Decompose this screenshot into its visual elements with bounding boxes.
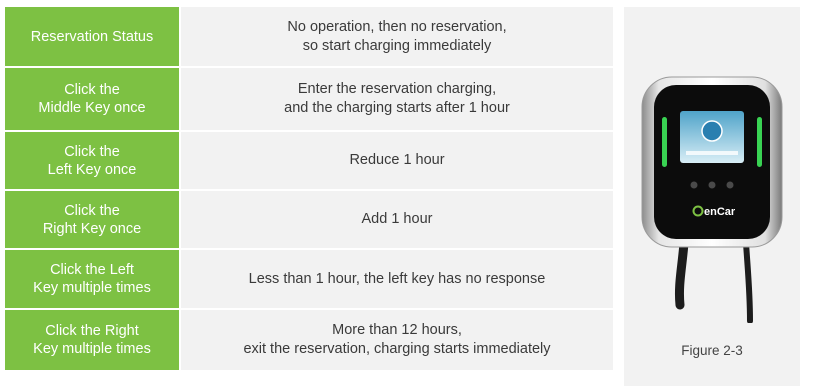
left-key [690, 181, 698, 189]
key-cell: Click the Left Key once [5, 132, 179, 189]
description-line: No operation, then no reservation, [287, 18, 507, 35]
figure-caption: Figure 2-3 [681, 343, 743, 358]
description-line: Reduce 1 hour [349, 152, 445, 168]
key-cell: Reservation Status [5, 7, 179, 66]
key-label-line: Click the [64, 143, 120, 160]
key-label-line: Left Key once [47, 161, 137, 178]
key-cell: Click the Right Key multiple times [5, 310, 179, 370]
description-cell: Add 1 hour [181, 191, 613, 248]
description-line: so start charging immediately [302, 37, 492, 54]
figure-panel: enCar Figure 2-3 [624, 7, 800, 386]
description-line: Less than 1 hour, the left key has no re… [248, 270, 546, 287]
description-cell: Less than 1 hour, the left key has no re… [181, 250, 613, 308]
key-label-line: Middle Key once [38, 100, 146, 116]
description-line: Enter the reservation charging, [297, 81, 497, 97]
key-label-line: Key multiple times [33, 341, 151, 357]
ev-charger-image: enCar [641, 76, 783, 323]
description-cell: Enter the reservation charging, and the … [181, 68, 613, 130]
description-cell: More than 12 hours, exit the reservation… [181, 310, 613, 370]
key-label-line: Click the [64, 82, 120, 98]
table-row: Click the Right Key multiple times More … [5, 310, 613, 370]
key-cell: Click the Left Key multiple times [5, 250, 179, 308]
table-row: Click the Right Key once Add 1 hour [5, 191, 613, 248]
description-cell: Reduce 1 hour [181, 132, 613, 189]
table-row: Click the Left Key once Reduce 1 hour [5, 132, 613, 189]
key-cell: Click the Right Key once [5, 191, 179, 248]
key-label-line: Key multiple times [33, 280, 151, 296]
led-strip-left [662, 117, 667, 167]
table-row: Click the Left Key multiple times Less t… [5, 250, 613, 308]
reservation-table: Reservation Status No operation, then no… [5, 7, 613, 386]
middle-key [708, 181, 716, 189]
key-label-line: Click the [64, 202, 120, 219]
key-label-line: Click the Right [45, 323, 139, 339]
right-key [726, 181, 734, 189]
key-cell: Click the Middle Key once [5, 68, 179, 130]
table-row: Reservation Status No operation, then no… [5, 7, 613, 66]
key-label-line: Reservation Status [30, 28, 154, 45]
key-label-line: Click the Left [50, 262, 134, 278]
key-label-line: Right Key once [42, 220, 142, 237]
description-line: More than 12 hours, [332, 322, 462, 338]
description-line: and the charging starts after 1 hour [284, 100, 510, 116]
description-line: exit the reservation, charging starts im… [243, 341, 551, 357]
led-strip-right [757, 117, 762, 167]
description-line: Add 1 hour [361, 211, 433, 227]
table-row: Click the Middle Key once Enter the rese… [5, 68, 613, 130]
description-cell: No operation, then no reservation, so st… [181, 7, 613, 66]
svg-text:enCar: enCar [704, 206, 736, 218]
